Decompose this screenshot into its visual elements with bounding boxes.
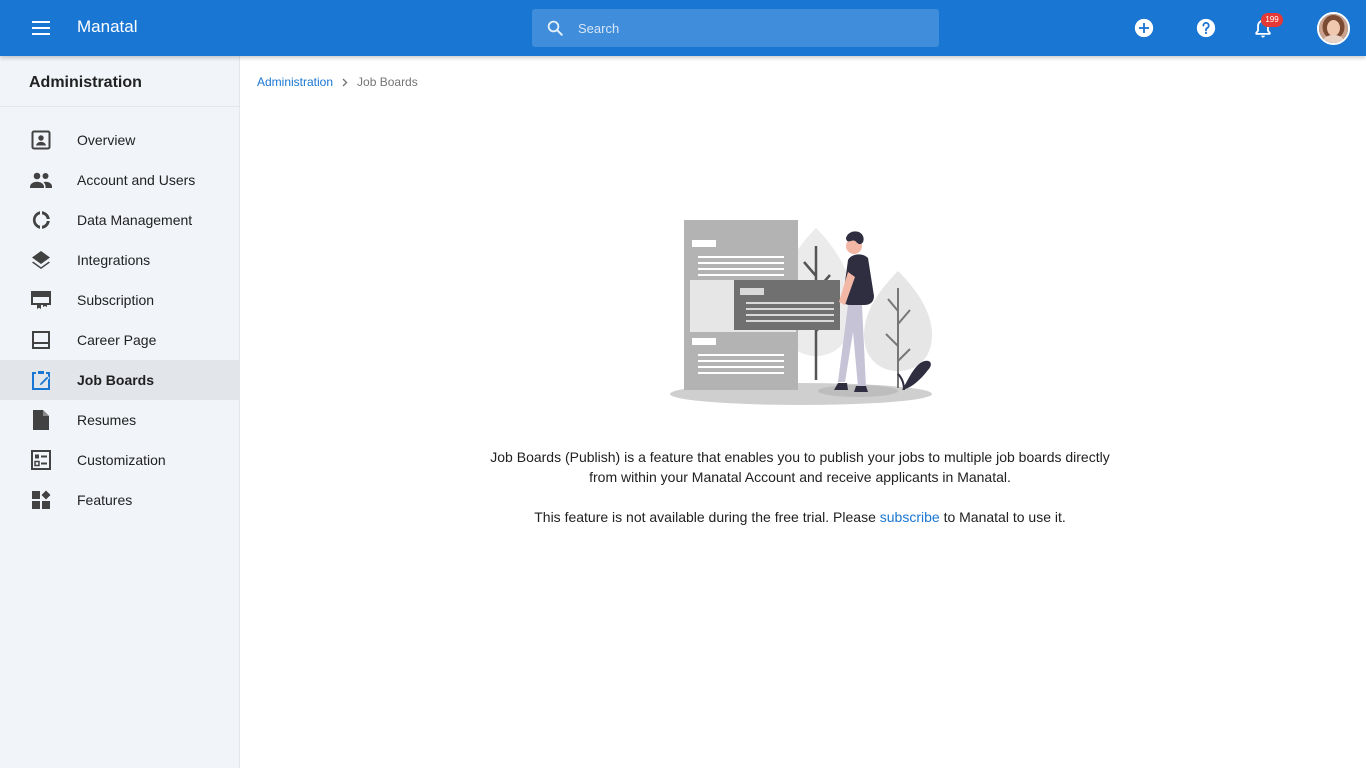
user-avatar[interactable]	[1317, 12, 1350, 45]
sidebar-title: Administration	[0, 56, 239, 107]
chevron-right-icon	[342, 78, 348, 87]
sidebar-nav: Overview Account and Users Data Manageme…	[0, 120, 239, 520]
sidebar-item-label: Features	[77, 492, 133, 508]
sidebar-item-label: Integrations	[77, 252, 151, 268]
search-input[interactable]	[578, 20, 918, 36]
top-app-bar: Manatal 199	[0, 0, 1366, 56]
sidebar-item-data-management[interactable]: Data Management	[0, 200, 239, 240]
help-button[interactable]	[1194, 16, 1218, 40]
donut-icon	[29, 208, 53, 232]
sidebar-item-subscription[interactable]: Subscription	[0, 280, 239, 320]
app-name: Manatal	[77, 17, 138, 36]
add-button[interactable]	[1132, 16, 1156, 40]
widgets-icon	[29, 488, 53, 512]
checklist-icon	[29, 448, 53, 472]
sidebar-item-overview[interactable]: Overview	[0, 120, 239, 160]
notice-text-before: This feature is not available during the…	[534, 509, 880, 525]
sidebar-item-customization[interactable]: Customization	[0, 440, 239, 480]
web-page-icon	[29, 328, 53, 352]
layers-icon	[29, 248, 53, 272]
job-boards-illustration	[666, 216, 940, 410]
sidebar-item-integrations[interactable]: Integrations	[0, 240, 239, 280]
notice-text-after: to Manatal to use it.	[939, 509, 1066, 525]
sidebar-item-label: Overview	[77, 132, 136, 148]
admin-sidebar: Administration Overview Account and User…	[0, 56, 240, 768]
add-circle-icon	[1134, 18, 1154, 38]
notification-badge: 199	[1261, 13, 1283, 27]
sidebar-item-career-page[interactable]: Career Page	[0, 320, 239, 360]
card-icon	[29, 288, 53, 312]
hamburger-menu-icon	[32, 21, 50, 35]
search-bar[interactable]	[532, 9, 939, 47]
sidebar-item-label: Subscription	[77, 292, 155, 308]
sidebar-item-label: Job Boards	[77, 372, 155, 388]
sidebar-item-label: Data Management	[77, 212, 193, 228]
sidebar-item-resumes[interactable]: Resumes	[0, 400, 239, 440]
sidebar-item-label: Resumes	[77, 412, 137, 428]
subscribe-link[interactable]: subscribe	[880, 509, 940, 525]
avatar-photo-icon	[1319, 14, 1348, 43]
search-icon	[532, 19, 578, 37]
sidebar-item-account-and-users[interactable]: Account and Users	[0, 160, 239, 200]
breadcrumb-current: Job Boards	[357, 75, 418, 89]
sidebar-item-label: Customization	[77, 452, 166, 468]
people-icon	[29, 168, 53, 192]
sidebar-item-label: Career Page	[77, 332, 157, 348]
breadcrumb-link-administration[interactable]: Administration	[257, 75, 333, 89]
breadcrumb: Administration Job Boards	[257, 75, 418, 89]
sidebar-item-features[interactable]: Features	[0, 480, 239, 520]
clipboard-edit-icon	[29, 368, 53, 392]
document-icon	[29, 408, 53, 432]
trial-notice: This feature is not available during the…	[480, 507, 1120, 527]
feature-description: Job Boards (Publish) is a feature that e…	[490, 449, 1110, 485]
account-box-icon	[29, 128, 53, 152]
help-icon	[1196, 18, 1216, 38]
sidebar-item-label: Account and Users	[77, 172, 196, 188]
menu-button[interactable]	[26, 16, 56, 40]
sidebar-item-job-boards[interactable]: Job Boards	[0, 360, 239, 400]
